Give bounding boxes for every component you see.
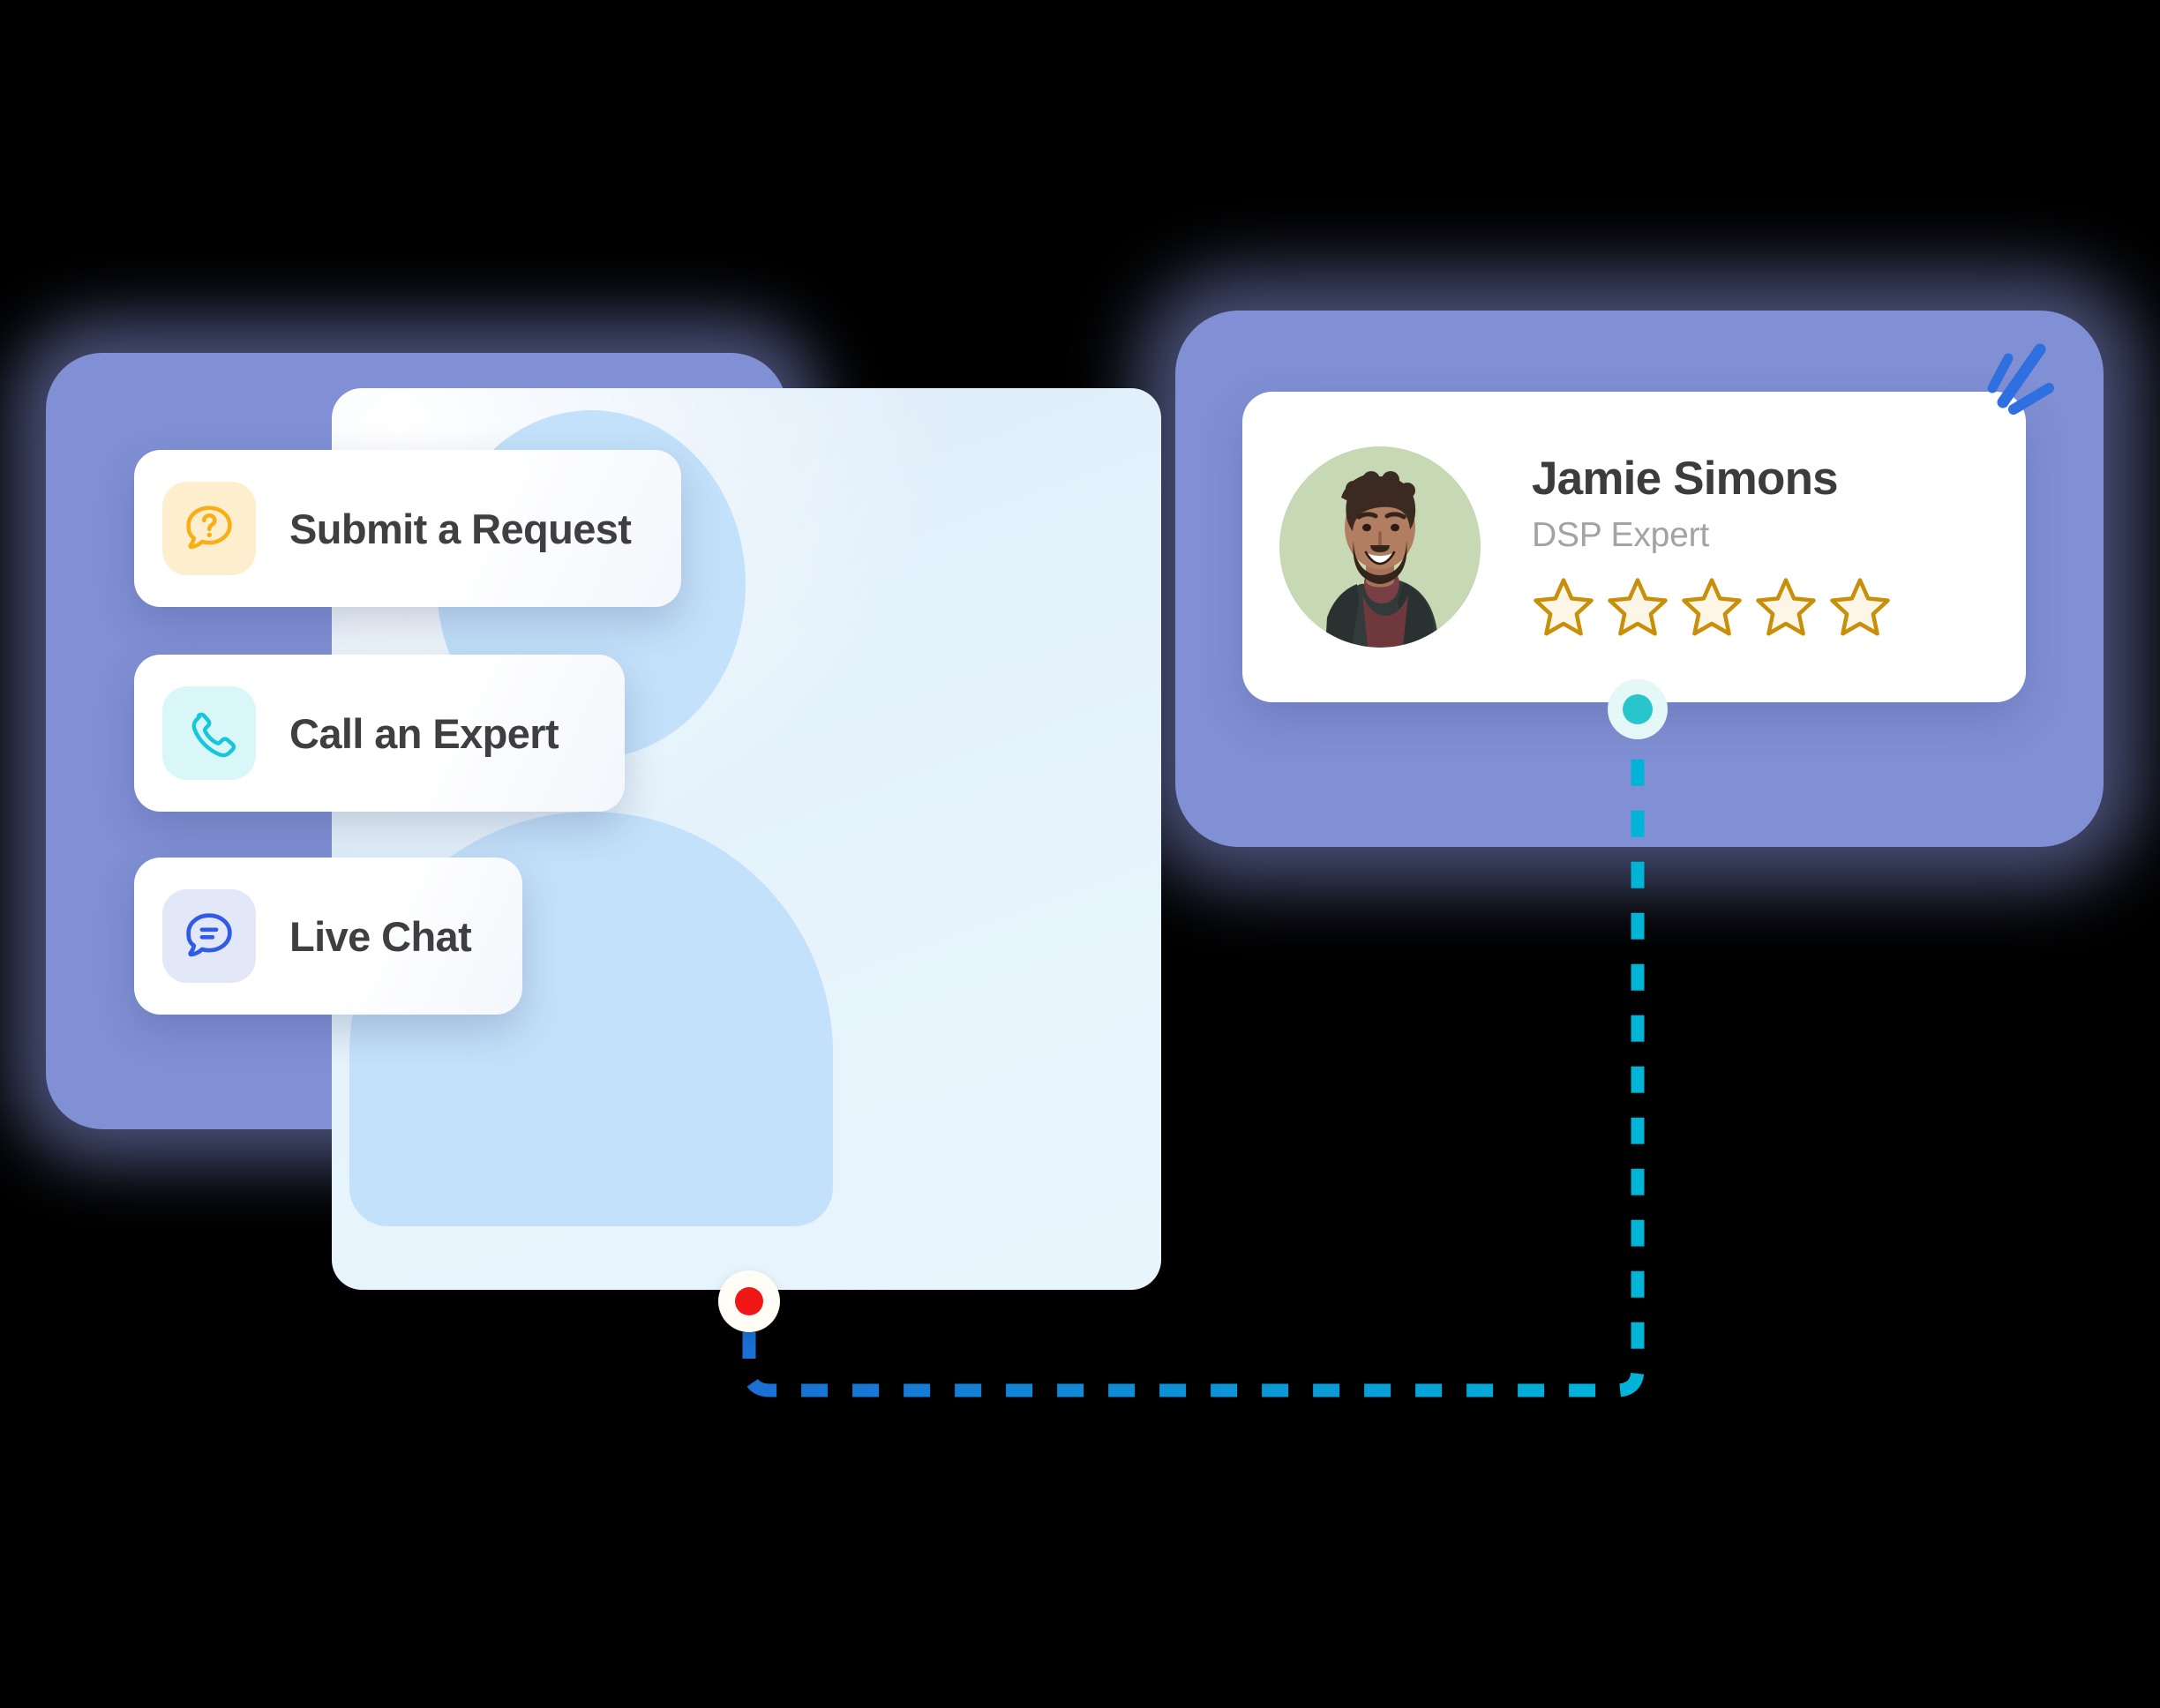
star-icon[interactable] <box>1828 576 1892 640</box>
sparkle-lines-icon <box>1987 343 2054 415</box>
action-card-submit-a-request[interactable]: Submit a Request <box>134 450 681 607</box>
chat-speech-bubble-icon-background <box>162 889 256 983</box>
phone-handset-icon <box>191 712 236 758</box>
rating-stars[interactable] <box>1532 576 1892 640</box>
expert-role: DSP Expert <box>1532 515 1710 554</box>
expert-name: Jamie Simons <box>1532 453 1839 506</box>
illustration-stage: Submit a Request Call an Expert Live Cha… <box>0 0 2160 1708</box>
star-icon[interactable] <box>1532 576 1595 640</box>
question-speech-bubble-icon <box>186 506 232 550</box>
avatar <box>1279 446 1481 648</box>
teal-dot-marker <box>1608 679 1668 739</box>
expert-info: Jamie Simons DSP Expert <box>1532 454 1892 640</box>
red-dot-marker <box>718 1270 780 1332</box>
star-icon[interactable] <box>1680 576 1744 640</box>
question-speech-bubble-icon-background <box>162 482 256 575</box>
teal-dot <box>1623 694 1653 724</box>
red-dot <box>735 1287 763 1315</box>
star-icon[interactable] <box>1606 576 1669 640</box>
action-card-label: Live Chat <box>289 912 472 960</box>
phone-handset-icon-background <box>162 686 256 780</box>
action-card-live-chat[interactable]: Live Chat <box>134 858 522 1015</box>
avatar-portrait <box>1279 446 1481 648</box>
expert-card[interactable]: Jamie Simons DSP Expert <box>1242 392 2026 702</box>
star-icon[interactable] <box>1754 576 1818 640</box>
action-card-call-an-expert[interactable]: Call an Expert <box>134 655 625 812</box>
action-card-label: Call an Expert <box>289 709 559 757</box>
action-card-label: Submit a Request <box>289 505 632 552</box>
chat-speech-bubble-icon <box>186 913 232 957</box>
